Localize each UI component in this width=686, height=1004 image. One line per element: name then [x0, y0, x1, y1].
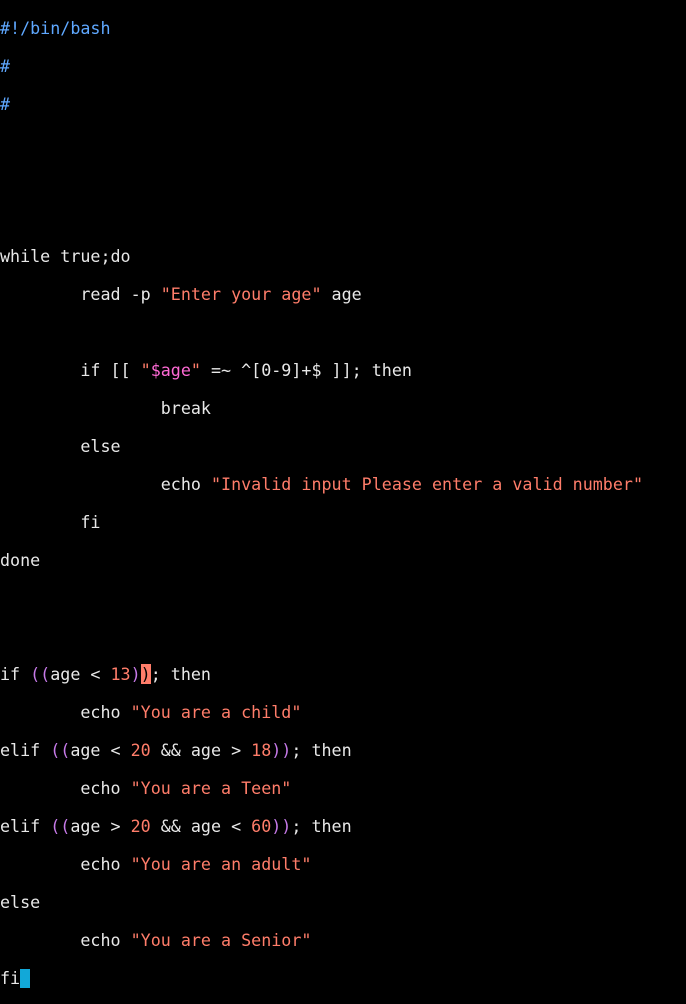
code-text: fi	[0, 968, 21, 988]
number-literal: 20	[130, 816, 151, 836]
code-line: echo "You are a Senior"	[0, 931, 686, 950]
paren: ((	[50, 816, 71, 836]
number-literal: 18	[251, 740, 272, 760]
code-text: age <	[70, 740, 131, 760]
code-text: read -p	[0, 284, 161, 304]
string-literal: "You are an adult"	[130, 854, 312, 874]
paren: )	[130, 664, 141, 684]
code-text: else	[0, 892, 41, 912]
comment: #	[0, 56, 11, 76]
code-text: age	[321, 284, 362, 304]
code-line: read -p "Enter your age" age	[0, 285, 686, 304]
code-line: while true;do	[0, 247, 686, 266]
number-literal: 60	[251, 816, 272, 836]
code-line: fi	[0, 969, 686, 988]
quote: "	[190, 360, 201, 380]
code-text: fi	[0, 512, 101, 532]
comment: #	[0, 94, 11, 114]
paren: ))	[271, 740, 292, 760]
code-editor[interactable]: #!/bin/bash # # while true;do read -p "E…	[0, 0, 686, 988]
empty-line	[0, 209, 686, 228]
matched-paren: )	[140, 664, 151, 684]
code-text: echo	[0, 778, 131, 798]
code-text: echo	[0, 474, 211, 494]
code-line: if [[ "$age" =~ ^[0-9]+$ ]]; then	[0, 361, 686, 380]
code-text: ; then	[150, 664, 211, 684]
code-text: while true;do	[0, 246, 131, 266]
number-literal: 20	[130, 740, 151, 760]
code-line: if ((age < 13)); then	[0, 664, 686, 684]
code-line: elif ((age < 20 && age > 18)); then	[0, 741, 686, 760]
code-text: break	[0, 398, 211, 418]
code-line: done	[0, 551, 686, 570]
code-text: elif	[0, 816, 51, 836]
paren: ((	[30, 664, 51, 684]
code-text: age >	[70, 816, 131, 836]
code-text: age <	[50, 664, 111, 684]
paren: ))	[271, 816, 292, 836]
code-text: ; then	[291, 740, 352, 760]
code-line: echo "You are a Teen"	[0, 779, 686, 798]
code-line: fi	[0, 513, 686, 532]
code-text: && age >	[150, 740, 252, 760]
string-literal: "Enter your age"	[160, 284, 322, 304]
code-line: #	[0, 57, 686, 76]
code-text: echo	[0, 930, 131, 950]
code-line: break	[0, 399, 686, 418]
code-line: echo "You are an adult"	[0, 855, 686, 874]
empty-line	[0, 171, 686, 190]
string-literal: "You are a Teen"	[130, 778, 292, 798]
code-line: echo "Invalid input Please enter a valid…	[0, 475, 686, 494]
empty-line	[0, 589, 686, 608]
quote: "	[140, 360, 151, 380]
code-text: && age <	[150, 816, 252, 836]
code-line: #!/bin/bash	[0, 19, 686, 38]
code-text: elif	[0, 740, 51, 760]
code-text: echo	[0, 702, 131, 722]
empty-line	[0, 133, 686, 152]
variable: $age	[150, 360, 191, 380]
code-text: ; then	[291, 816, 352, 836]
code-line: echo "You are a child"	[0, 703, 686, 722]
string-literal: "You are a child"	[130, 702, 302, 722]
code-text: =~ ^[0-9]+$ ]]; then	[200, 360, 412, 380]
empty-line	[0, 323, 686, 342]
code-line: else	[0, 893, 686, 912]
paren: ((	[50, 740, 71, 760]
code-text: done	[0, 550, 41, 570]
code-line: elif ((age > 20 && age < 60)); then	[0, 817, 686, 836]
number-literal: 13	[110, 664, 131, 684]
code-line: #	[0, 95, 686, 114]
code-line: else	[0, 437, 686, 456]
empty-line	[0, 627, 686, 646]
code-text: if [[	[0, 360, 141, 380]
string-literal: "Invalid input Please enter a valid numb…	[210, 474, 643, 494]
code-text: echo	[0, 854, 131, 874]
string-literal: "You are a Senior"	[130, 930, 312, 950]
shebang-comment: #!/bin/bash	[0, 18, 111, 38]
code-text: if	[0, 664, 31, 684]
text-cursor	[20, 969, 31, 988]
code-text: else	[0, 436, 121, 456]
